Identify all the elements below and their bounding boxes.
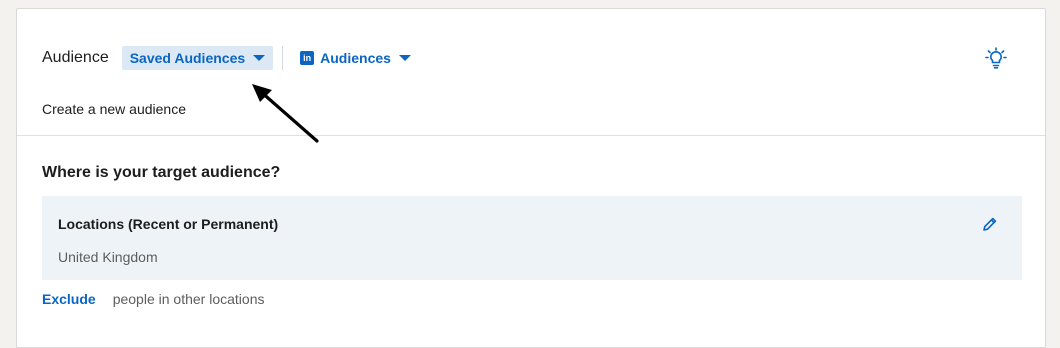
header-divider (282, 46, 284, 70)
lightbulb-icon[interactable] (985, 47, 1007, 69)
location-question: Where is your target audience? (42, 164, 281, 181)
chevron-down-icon (398, 55, 411, 61)
section-divider (17, 135, 1045, 136)
saved-audiences-label: Saved Audiences (129, 50, 246, 66)
arrow-icon (252, 84, 319, 143)
audience-header: Audience Saved Audiences in Audiences (42, 45, 411, 71)
linkedin-audiences-dropdown[interactable]: in Audiences (300, 50, 411, 66)
exclude-description: people in other locations (112, 291, 265, 307)
locations-title: Locations (Recent or Permanent) (58, 216, 279, 232)
chevron-down-icon (253, 55, 266, 61)
linkedin-logo-icon: in (300, 51, 315, 65)
pencil-icon[interactable] (982, 216, 998, 232)
audience-label: Audience (42, 49, 109, 66)
exclude-row: Exclude people in other locations (42, 291, 264, 307)
create-audience-text: Create a new audience (42, 101, 186, 117)
audiences-label: Audiences (320, 50, 391, 66)
exclude-link[interactable]: Exclude (42, 291, 96, 307)
locations-card: Locations (Recent or Permanent) United K… (42, 196, 1022, 280)
location-value: United Kingdom (58, 249, 158, 265)
saved-audiences-dropdown[interactable]: Saved Audiences (121, 46, 274, 70)
